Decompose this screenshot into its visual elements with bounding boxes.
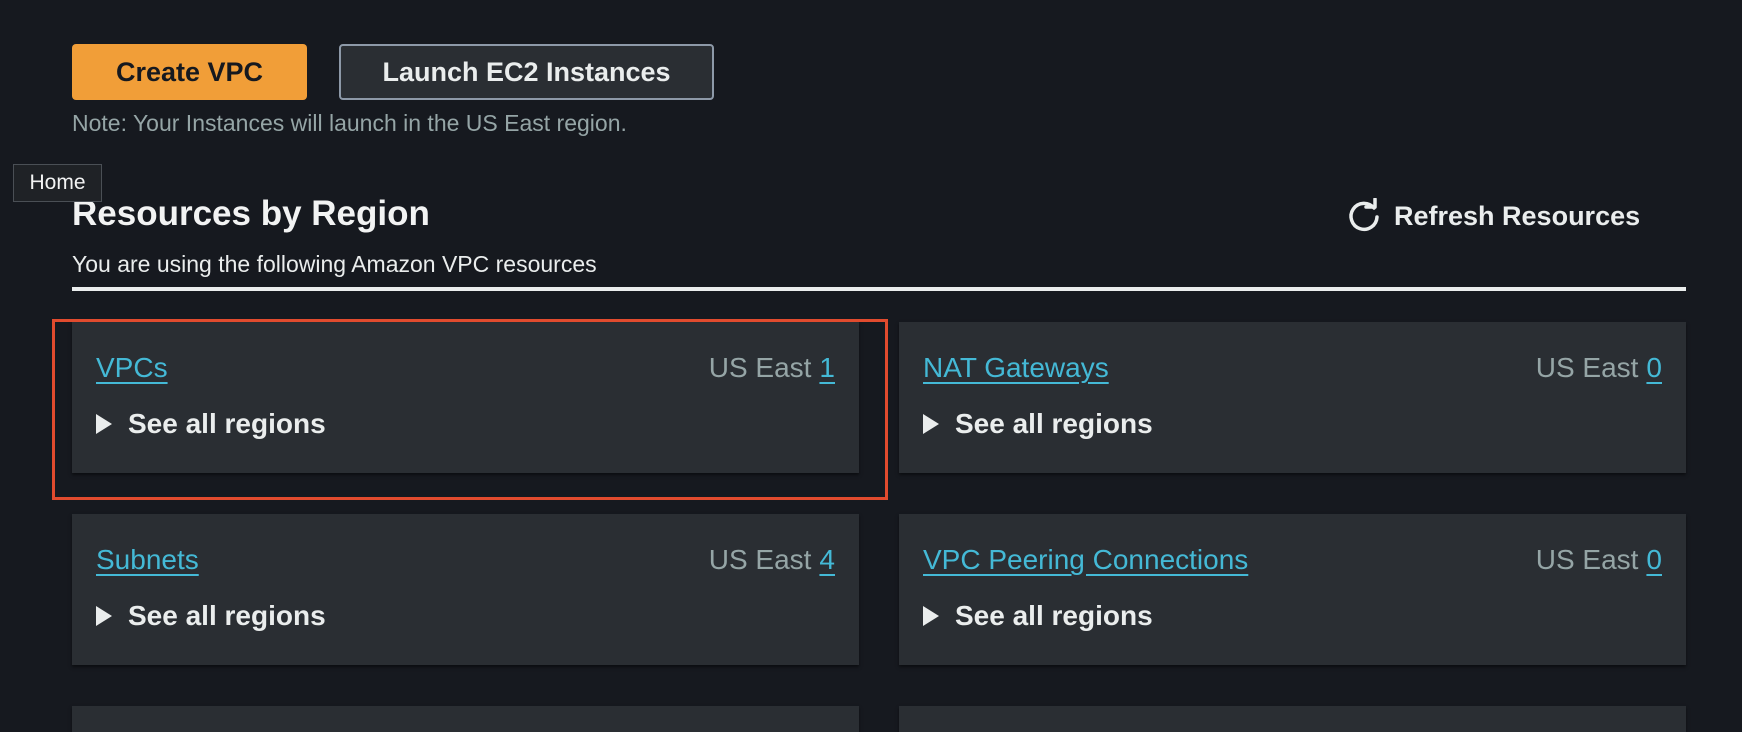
resources-description: You are using the following Amazon VPC r…: [72, 251, 597, 277]
region-label: US East: [1535, 352, 1639, 383]
caret-right-icon: [923, 606, 939, 626]
caret-right-icon: [923, 414, 939, 434]
region-label: US East: [708, 544, 812, 575]
resources-by-region-title: Resources by Region: [72, 194, 430, 233]
subnets-count: US East 4: [709, 544, 835, 576]
see-all-regions-toggle[interactable]: See all regions: [923, 408, 1153, 440]
refresh-resources-button[interactable]: Refresh Resources: [1346, 196, 1640, 236]
see-all-regions-label: See all regions: [955, 600, 1153, 631]
vpc-peering-connections-count: US East 0: [1536, 544, 1662, 576]
resource-card-nat-gateways: NAT Gateways US East 0 See all regions: [899, 322, 1686, 473]
see-all-regions-label: See all regions: [128, 408, 326, 439]
nat-gateways-link[interactable]: NAT Gateways: [923, 352, 1109, 384]
nat-gateways-count: US East 0: [1536, 352, 1662, 384]
resource-card-vpcs: VPCs US East 1 See all regions: [72, 322, 859, 473]
caret-right-icon: [96, 414, 112, 434]
see-all-regions-toggle[interactable]: See all regions: [96, 600, 326, 632]
launch-ec2-instances-button[interactable]: Launch EC2 Instances: [339, 44, 714, 100]
launch-region-note: Note: Your Instances will launch in the …: [72, 110, 627, 136]
vpc-peering-connections-count-link[interactable]: 0: [1646, 544, 1662, 576]
see-all-regions-toggle[interactable]: See all regions: [96, 408, 326, 440]
vpcs-count-link[interactable]: 1: [819, 352, 835, 384]
vpcs-count: US East 1: [709, 352, 835, 384]
see-all-regions-label: See all regions: [955, 408, 1153, 439]
resource-card-subnets: Subnets US East 4 See all regions: [72, 514, 859, 665]
resource-card-partial: [899, 706, 1686, 732]
create-vpc-button[interactable]: Create VPC: [72, 44, 307, 100]
subnets-count-link[interactable]: 4: [819, 544, 835, 576]
vpc-peering-connections-link[interactable]: VPC Peering Connections: [923, 544, 1248, 576]
vpcs-link[interactable]: VPCs: [96, 352, 168, 384]
see-all-regions-label: See all regions: [128, 600, 326, 631]
nat-gateways-count-link[interactable]: 0: [1646, 352, 1662, 384]
section-divider: [72, 287, 1686, 291]
vpc-dashboard: Create VPC Launch EC2 Instances Note: Yo…: [0, 0, 1742, 732]
caret-right-icon: [96, 606, 112, 626]
resource-card-vpc-peering-connections: VPC Peering Connections US East 0 See al…: [899, 514, 1686, 665]
subnets-link[interactable]: Subnets: [96, 544, 199, 576]
region-label: US East: [1535, 544, 1639, 575]
see-all-regions-toggle[interactable]: See all regions: [923, 600, 1153, 632]
refresh-icon: [1346, 198, 1382, 234]
resource-card-partial: [72, 706, 859, 732]
refresh-resources-label: Refresh Resources: [1394, 200, 1641, 231]
region-label: US East: [708, 352, 812, 383]
home-tooltip: Home: [13, 164, 102, 202]
